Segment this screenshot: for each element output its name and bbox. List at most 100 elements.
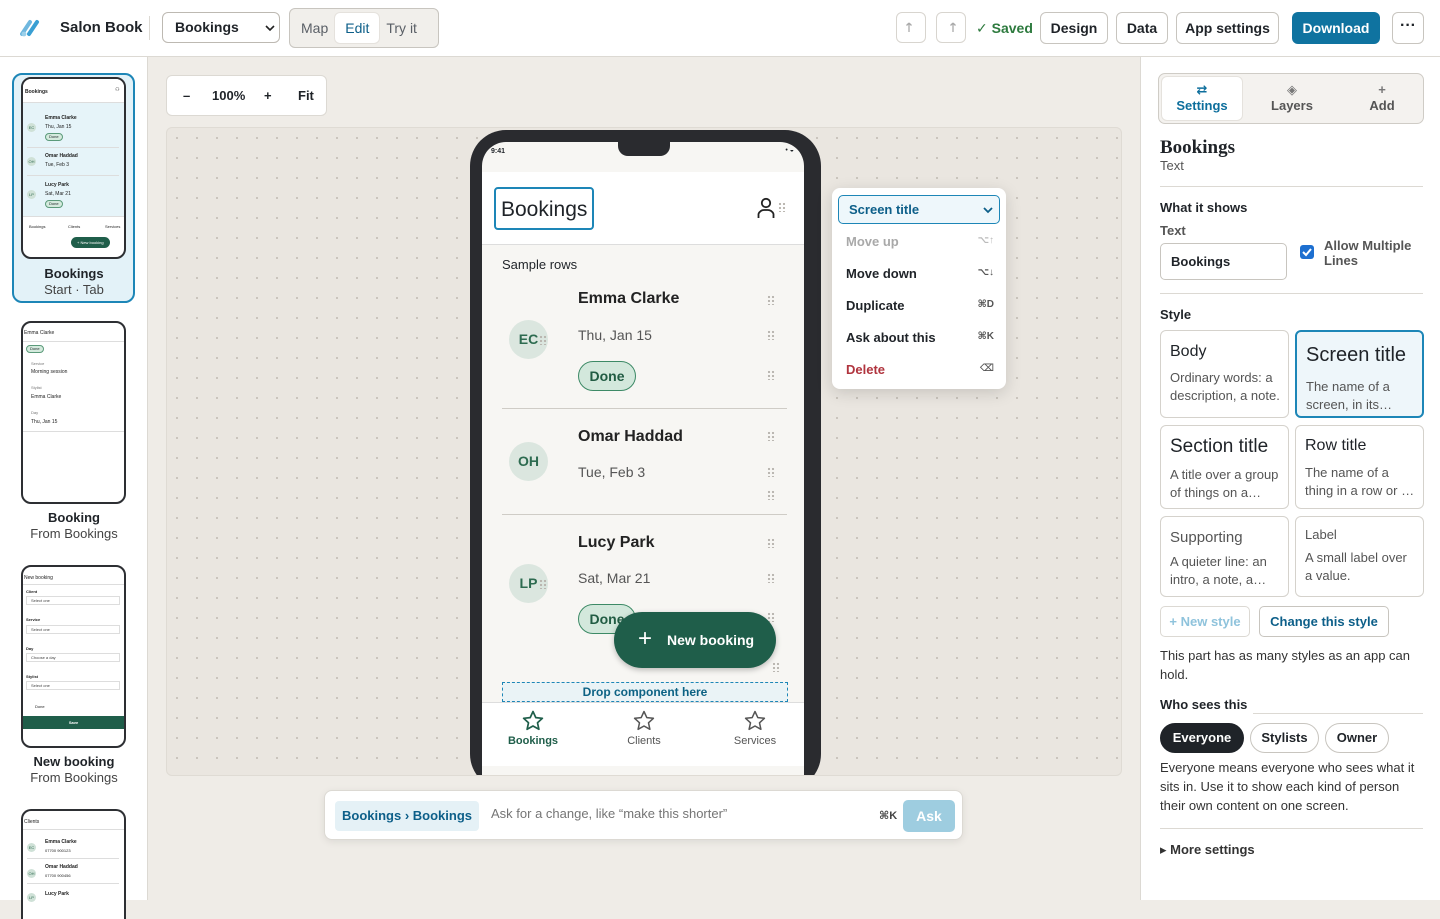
app-settings-button[interactable]: App settings (1176, 12, 1279, 44)
new-booking-label: New booking (667, 632, 755, 648)
style-card-row-title[interactable]: Row title The name of a thing in a row o… (1295, 425, 1424, 509)
style-name: Screen title (1306, 344, 1407, 366)
style-select-value: Screen title (849, 202, 920, 217)
thumb-done: Done (35, 704, 45, 709)
drag-handle-icon[interactable] (767, 431, 775, 441)
style-desc: A title over a group of things on a… (1170, 467, 1279, 500)
phone-screen: 9:41 • ◒ Bookings Sample rows Emma Clark… (482, 142, 804, 775)
thumb-field-label: Service (31, 361, 45, 366)
multiline-checkbox[interactable] (1300, 245, 1314, 259)
menu-shortcut: ⌘D (977, 299, 995, 310)
audience-owner[interactable]: Owner (1325, 723, 1389, 753)
change-style-button[interactable]: Change this style (1259, 606, 1389, 637)
screens-panel: Bookings ⚇ EC Emma Clarke Thu, Jan 15 Do… (0, 57, 148, 919)
zoom-out-button[interactable]: – (183, 88, 190, 103)
person-icon: ⚇ (115, 87, 120, 93)
tab-label: Add (1369, 98, 1395, 113)
design-button[interactable]: Design (1040, 12, 1108, 44)
mode-try-it[interactable]: Try it (379, 13, 424, 43)
tab-clients[interactable]: Clients (604, 709, 684, 747)
fit-button[interactable]: Fit (298, 88, 314, 103)
mode-map[interactable]: Map (294, 13, 335, 43)
ask-button[interactable]: Ask (903, 800, 955, 832)
thumb-field-value: Morning session (31, 369, 68, 375)
audience-everyone[interactable]: Everyone (1160, 723, 1244, 753)
screen-sub: From Bookings (30, 526, 118, 541)
download-button[interactable]: Download (1292, 12, 1380, 44)
drag-handle-icon[interactable] (772, 662, 780, 672)
person-icon[interactable] (757, 197, 775, 219)
drag-handle-icon[interactable] (767, 490, 775, 500)
divider (1160, 186, 1423, 187)
ask-about-this-item[interactable]: Ask about this ⌘K (846, 330, 994, 345)
divider (1253, 713, 1423, 714)
section-heading: What it shows (1160, 200, 1248, 215)
row-name: Emma Clarke (578, 290, 680, 307)
tab-add[interactable]: + Add (1342, 77, 1422, 120)
thumb-row-name: Omar Haddad (45, 864, 78, 870)
new-booking-button[interactable]: + New booking (614, 612, 776, 668)
drag-handle-icon[interactable] (767, 573, 775, 583)
audience-stylists[interactable]: Stylists (1250, 723, 1319, 753)
style-desc: The name of a thing in a row or … (1305, 465, 1415, 498)
style-select[interactable]: Screen title (838, 195, 1000, 224)
new-style-button[interactable]: + New style (1160, 606, 1250, 637)
plus-icon: + (638, 625, 653, 652)
undo-button[interactable] (896, 12, 926, 43)
thumb-field: Select one (26, 681, 120, 690)
zoom-in-button[interactable]: + (264, 88, 272, 103)
more-options-button[interactable]: ··· (1392, 12, 1424, 44)
screen-thumb-new-booking[interactable]: New booking Client Select one Service Se… (21, 565, 126, 748)
drag-handle-icon[interactable] (767, 295, 775, 305)
screen-thumb-booking[interactable]: Emma Clarke Done Service Morning session… (21, 321, 126, 504)
screen-thumb-bookings[interactable]: Bookings ⚇ EC Emma Clarke Thu, Jan 15 Do… (21, 77, 126, 259)
ask-input[interactable] (491, 806, 871, 821)
thumb-avatar: EC (27, 843, 36, 852)
move-up-item[interactable]: Move up ⌥↑ (846, 234, 994, 249)
drag-handle-icon[interactable] (539, 579, 547, 589)
redo-button[interactable] (936, 12, 966, 43)
screen-title-selected[interactable]: Bookings (494, 187, 594, 230)
text-field[interactable]: Bookings (1160, 243, 1287, 280)
tab-label: Settings (1176, 98, 1228, 113)
drag-handle-icon[interactable] (767, 370, 775, 380)
screen-name: New booking (33, 754, 115, 769)
tab-services[interactable]: Services (715, 709, 795, 747)
breadcrumb[interactable]: Bookings › Bookings (335, 801, 479, 831)
style-card-label[interactable]: Label A small label over a value. (1295, 516, 1424, 597)
drag-handle-icon[interactable] (767, 467, 775, 477)
style-card-body[interactable]: Body Ordinary words: a description, a no… (1160, 330, 1289, 418)
more-settings-toggle[interactable]: ▸ More settings (1160, 842, 1255, 858)
star-icon (522, 710, 544, 731)
style-card-section-title[interactable]: Section title A title over a group of th… (1160, 425, 1289, 509)
row-divider (502, 408, 787, 409)
drag-handle-icon[interactable] (767, 330, 775, 340)
tab-layers[interactable]: ◈ Layers (1252, 77, 1332, 120)
style-desc: Ordinary words: a description, a note. (1170, 370, 1280, 403)
audience-note: Everyone means everyone who sees what it… (1160, 760, 1415, 813)
menu-label: Delete (846, 362, 886, 377)
style-card-supporting[interactable]: Supporting A quieter line: an intro, a n… (1160, 516, 1289, 597)
row-name: Omar Haddad (578, 428, 683, 445)
menu-shortcut: ⌥↓ (977, 267, 994, 278)
divider (1160, 828, 1423, 829)
duplicate-item[interactable]: Duplicate ⌘D (846, 298, 994, 313)
tab-bar: Bookings Clients Services (482, 702, 804, 766)
mode-edit[interactable]: Edit (335, 13, 380, 43)
delete-item[interactable]: Delete ⌫ (846, 362, 994, 377)
thumb-field: Select one (26, 596, 120, 605)
drag-handle-icon[interactable] (539, 335, 547, 345)
tab-bookings[interactable]: Bookings (493, 709, 573, 747)
thumb-field-value: Emma Clarke (31, 394, 62, 400)
screen-thumb-clients[interactable]: Clients EC Emma Clarke 07700 900123 OH O… (21, 809, 126, 919)
drag-handle-icon[interactable] (778, 202, 786, 212)
drop-zone[interactable]: Drop component here (502, 682, 788, 702)
screen-sub: Start · Tab (44, 282, 104, 297)
data-button[interactable]: Data (1116, 12, 1168, 44)
drag-handle-icon[interactable] (767, 538, 775, 548)
move-down-item[interactable]: Move down ⌥↓ (846, 266, 994, 281)
screen-select[interactable]: Bookings (162, 12, 280, 43)
thumb-row-date: Tue, Feb 3 (45, 162, 69, 168)
tab-settings[interactable]: ⇄ Settings (1162, 77, 1242, 120)
style-card-screen-title[interactable]: Screen title The name of a screen, in it… (1295, 330, 1424, 418)
